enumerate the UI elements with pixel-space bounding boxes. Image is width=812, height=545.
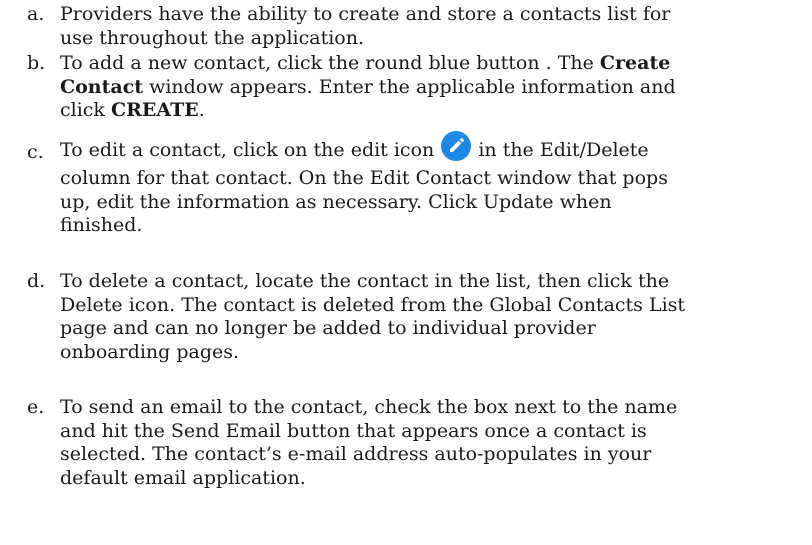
bold-contact-word: Contact [60,75,144,98]
text-run: To add a new contact, click the round bl… [60,52,600,74]
text-line: default email application. [60,466,306,489]
text-line: To send an email to the contact, check t… [60,396,678,418]
text-line: To add a new contact, click the round bl… [60,52,812,76]
instruction-list: a. Providers have the ability to create … [0,0,812,545]
list-marker: c. [27,141,44,163]
text-line: and hit the Send Email button that appea… [60,419,647,442]
text-line: up, edit the information as necessary. C… [60,190,612,213]
list-item-text: To send an email to the contact, check t… [60,396,812,490]
text-line: click CREATE. [60,99,812,123]
text-line: column for that contact. On the Edit Con… [60,167,668,189]
list-marker: d. [27,270,46,292]
list-item-text: To delete a contact, locate the contact … [60,270,812,364]
text-run: . [198,99,205,121]
list-marker: a. [27,3,45,25]
bold-create-word: Create [599,52,671,74]
text-line: onboarding pages. [60,340,240,363]
text-line: use throughout the application. [60,26,365,49]
text-run: window appears. Enter the applicable inf… [143,75,676,98]
list-marker: e. [27,396,45,418]
text-line: Delete icon. The contact is deleted from… [60,293,686,316]
text-run: click [60,99,111,121]
list-item-text: Providers have the ability to create and… [60,3,812,50]
text-line: page and can no longer be added to indiv… [60,317,596,339]
bold-create-button-label: CREATE [111,99,199,121]
text-line: finished. [60,214,143,236]
list-item-text: To add a new contact, click the round bl… [60,52,812,123]
list-marker: b. [27,52,46,74]
text-line: To delete a contact, locate the contact … [60,270,670,292]
text-line: Contact window appears. Enter the applic… [60,76,812,100]
edit-pencil-icon [441,131,472,161]
text-run: To edit a contact, click on the edit ico… [60,139,441,161]
text-run: in the Edit/Delete [472,139,649,161]
text-line: To edit a contact, click on the edit ico… [60,131,812,167]
text-line: Providers have the ability to create and… [60,3,671,25]
list-item-text: To edit a contact, click on the edit ico… [60,131,812,238]
text-line: selected. The contact’s e-mail address a… [60,443,652,465]
